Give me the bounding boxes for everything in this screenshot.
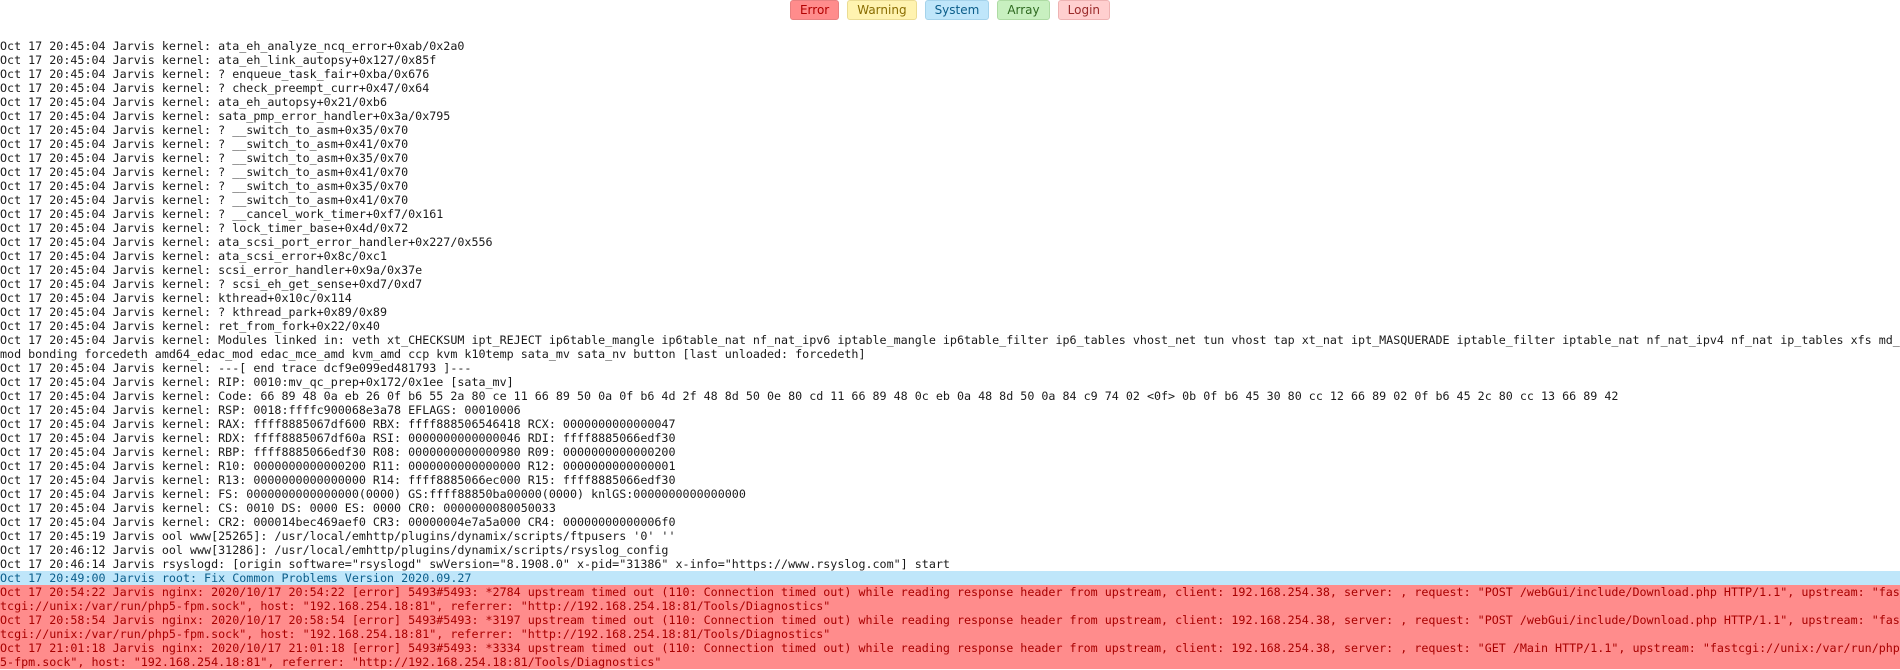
log-line: Oct 17 20:45:04 Jarvis kernel: CR2: 0000… (0, 515, 676, 529)
log-line: Oct 17 20:45:04 Jarvis kernel: ? __switc… (0, 193, 409, 207)
log-line: Oct 17 20:45:04 Jarvis kernel: ? scsi_eh… (0, 277, 423, 291)
log-line: Oct 17 20:45:04 Jarvis kernel: RIP: 0010… (0, 375, 514, 389)
log-line-error: Oct 17 20:54:22 Jarvis nginx: 2020/10/17… (0, 585, 1900, 613)
log-line: Oct 17 20:45:19 Jarvis ool www[25265]: /… (0, 529, 676, 543)
log-line: Oct 17 20:46:12 Jarvis ool www[31286]: /… (0, 543, 669, 557)
log-filter-bar: Error Warning System Array Login (0, 0, 1900, 20)
log-line: Oct 17 20:45:04 Jarvis kernel: ata_scsi_… (0, 249, 388, 263)
log-line-error: Oct 17 21:01:18 Jarvis nginx: 2020/10/17… (0, 641, 1900, 669)
log-line: Oct 17 20:45:04 Jarvis kernel: ata_eh_au… (0, 95, 388, 109)
filter-error-button[interactable]: Error (789, 0, 840, 20)
log-line: Oct 17 20:45:04 Jarvis kernel: sata_pmp_… (0, 109, 451, 123)
log-line: Oct 17 20:45:04 Jarvis kernel: kthread+0… (0, 291, 352, 305)
log-line: Oct 17 20:45:04 Jarvis kernel: Code: 66 … (0, 389, 1619, 403)
syslog-output: Oct 17 20:45:04 Jarvis kernel: ata_eh_an… (0, 39, 1900, 669)
log-line: Oct 17 20:45:04 Jarvis kernel: ? enqueue… (0, 67, 430, 81)
log-line: Oct 17 20:46:14 Jarvis rsyslogd: [origin… (0, 557, 950, 571)
log-line: Oct 17 20:45:04 Jarvis kernel: ata_eh_an… (0, 39, 465, 53)
log-line: Oct 17 20:45:04 Jarvis kernel: CS: 0010 … (0, 501, 556, 515)
filter-system-button[interactable]: System (924, 0, 990, 20)
log-line: Oct 17 20:45:04 Jarvis kernel: R13: 0000… (0, 473, 676, 487)
log-line: Oct 17 20:45:04 Jarvis kernel: ---[ end … (0, 361, 472, 375)
filter-array-button[interactable]: Array (997, 0, 1050, 20)
log-line: Oct 17 20:45:04 Jarvis kernel: ? kthread… (0, 305, 388, 319)
log-line-error: Oct 17 20:58:54 Jarvis nginx: 2020/10/17… (0, 613, 1900, 641)
log-line: Oct 17 20:45:04 Jarvis kernel: ? check_p… (0, 81, 430, 95)
log-line: Oct 17 20:45:04 Jarvis kernel: ? __cance… (0, 207, 444, 221)
log-line: Oct 17 20:45:04 Jarvis kernel: ata_eh_li… (0, 53, 437, 67)
log-line: Oct 17 20:45:04 Jarvis kernel: RSP: 0018… (0, 403, 521, 417)
log-line-system: Oct 17 20:49:00 Jarvis root: Fix Common … (0, 571, 1900, 585)
log-line: Oct 17 20:45:04 Jarvis kernel: ? __switc… (0, 151, 409, 165)
log-line: Oct 17 20:45:04 Jarvis kernel: R10: 0000… (0, 459, 676, 473)
log-line: Oct 17 20:45:04 Jarvis kernel: scsi_erro… (0, 263, 423, 277)
log-line: Oct 17 20:45:04 Jarvis kernel: Modules l… (0, 333, 1900, 361)
log-line: Oct 17 20:45:04 Jarvis kernel: FS: 00000… (0, 487, 746, 501)
log-line: Oct 17 20:45:04 Jarvis kernel: ? __switc… (0, 179, 409, 193)
filter-login-button[interactable]: Login (1057, 0, 1111, 20)
log-line: Oct 17 20:45:04 Jarvis kernel: RDX: ffff… (0, 431, 676, 445)
log-line: Oct 17 20:45:04 Jarvis kernel: RAX: ffff… (0, 417, 676, 431)
log-line: Oct 17 20:45:04 Jarvis kernel: ret_from_… (0, 319, 380, 333)
log-line: Oct 17 20:45:04 Jarvis kernel: ? __switc… (0, 165, 409, 179)
log-line: Oct 17 20:45:04 Jarvis kernel: RBP: ffff… (0, 445, 676, 459)
log-line: Oct 17 20:45:04 Jarvis kernel: ? __switc… (0, 137, 409, 151)
log-line: Oct 17 20:45:04 Jarvis kernel: ? lock_ti… (0, 221, 409, 235)
log-line: Oct 17 20:45:04 Jarvis kernel: ata_scsi_… (0, 235, 493, 249)
log-line: Oct 17 20:45:04 Jarvis kernel: ? __switc… (0, 123, 409, 137)
filter-warning-button[interactable]: Warning (847, 0, 917, 20)
